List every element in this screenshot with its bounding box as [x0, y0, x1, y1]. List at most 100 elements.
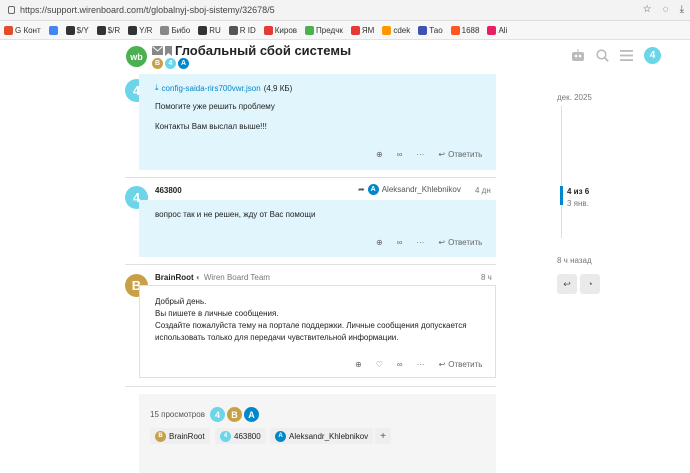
address-bar[interactable]: https://support.wirenboard.com/t/globaln…: [4, 2, 604, 18]
group-name: Wiren Board Team: [203, 273, 270, 282]
bookmark-item[interactable]: R ID: [228, 25, 256, 35]
participant-chip[interactable]: B BrainRoot: [150, 428, 210, 444]
reply-icon: ↩: [438, 238, 446, 247]
avatar: 4: [220, 430, 231, 442]
participant-name: 463800: [234, 431, 261, 441]
heart-icon[interactable]: ♡: [376, 360, 383, 369]
attachment-size: (4,9 КБ): [263, 83, 293, 93]
attachment: ⤓ config-saida-rirs700vwr.json (4,9 КБ): [155, 83, 292, 93]
link-icon[interactable]: ∞: [397, 360, 403, 369]
expand-button[interactable]: +: [375, 428, 391, 444]
bookmark-item[interactable]: 1688: [450, 25, 479, 35]
notifications-button[interactable]: ◔: [580, 274, 600, 294]
bookmark-item[interactable]: cdek: [382, 25, 410, 35]
bookmark-item[interactable]: ЯМ: [350, 25, 374, 35]
envelope-icon: [152, 46, 163, 55]
globe-icon[interactable]: ⊕: [376, 150, 383, 159]
post-time[interactable]: 8 ч: [481, 273, 492, 282]
header-actions: 4: [571, 47, 661, 64]
topic-title-text: Глобальный сбой системы: [175, 43, 352, 58]
timeline-position: 4 из 6: [567, 187, 590, 196]
bookmark-item[interactable]: $/Y: [65, 25, 89, 35]
page-title: Глобальный сбой системы: [152, 43, 351, 58]
avatar: A: [367, 184, 379, 195]
post-line: Контакты Вам выслал выше!!!: [155, 122, 267, 131]
timeline-position-date: 3 янв.: [567, 199, 589, 208]
link-icon[interactable]: ∞: [397, 150, 403, 159]
site-logo[interactable]: wb: [126, 46, 147, 67]
participant-chip[interactable]: A Aleksandr_Khlebnikov: [270, 428, 374, 444]
post-line: использовать только для передачи чувстви…: [155, 333, 399, 342]
post-line: Создайте пожалуйста тему на портале подд…: [155, 321, 467, 330]
user-group: ◐ Wiren Board Team: [196, 273, 270, 282]
bookmark-item[interactable]: Бибо: [160, 25, 190, 35]
reply-button[interactable]: ↩ Ответить: [438, 238, 482, 247]
timeline-track[interactable]: [561, 106, 562, 238]
bookmark-item[interactable]: Тао: [418, 25, 443, 35]
footer-avatars: 4 B A: [210, 407, 259, 422]
post-actions: ⊕ ∞ ··· ↩ Ответить: [376, 238, 482, 247]
download-icon[interactable]: ⤓: [680, 4, 684, 15]
lock-icon: [8, 6, 15, 14]
bookmark-item[interactable]: $/R: [96, 25, 120, 35]
bookmark-item[interactable]: [48, 25, 58, 35]
avatar[interactable]: 4: [165, 58, 176, 69]
url-text: https://support.wirenboard.com/t/globaln…: [20, 5, 275, 15]
avatar: A: [275, 430, 286, 442]
reply-icon: ↩: [563, 278, 571, 289]
timeline-handle[interactable]: [560, 186, 563, 205]
post-line: Вы пишете в личные сообщения.: [155, 309, 279, 318]
reply-button[interactable]: ↩ Ответить: [439, 360, 483, 369]
reply-topic-button[interactable]: ↩: [557, 274, 577, 294]
avatar[interactable]: 4: [210, 407, 225, 422]
participant-name: Aleksandr_Khlebnikov: [289, 431, 369, 441]
post-line: Помогите уже решить проблему: [155, 102, 275, 111]
post-line: Добрый день.: [155, 297, 207, 306]
timeline-start-date[interactable]: дек. 2025: [557, 93, 592, 102]
hamburger-icon[interactable]: [620, 50, 633, 61]
more-icon[interactable]: ···: [416, 150, 424, 159]
bell-icon: ◔: [587, 279, 593, 289]
shield-icon: ◐: [196, 273, 201, 282]
timeline-end-date[interactable]: 8 ч назад: [557, 256, 592, 265]
header-participants: B 4 A: [152, 58, 189, 69]
avatar[interactable]: A: [178, 58, 189, 69]
bookmark-item[interactable]: RU: [198, 25, 221, 35]
bookmark-item[interactable]: Предчк: [305, 25, 343, 35]
post-actions: ⊕ ♡ ∞ ··· ↩ Ответить: [355, 360, 482, 369]
bookmark-icon: [165, 45, 172, 56]
views-count: 15 просмотров: [150, 410, 205, 419]
avatar: B: [155, 430, 166, 442]
participant-chip[interactable]: 4 463800: [215, 428, 266, 444]
post-actions: ⊕ ∞ ··· ↩ Ответить: [376, 150, 482, 159]
link-icon[interactable]: ∞: [397, 238, 403, 247]
bookmark-item[interactable]: Y/R: [128, 25, 152, 35]
bookmark-item[interactable]: G Конт: [4, 25, 41, 35]
globe-icon[interactable]: ⊕: [376, 238, 383, 247]
globe-icon[interactable]: ⊕: [355, 360, 362, 369]
divider: [125, 177, 496, 178]
more-icon[interactable]: ···: [417, 360, 425, 369]
avatar[interactable]: B: [152, 58, 163, 69]
username[interactable]: 463800: [155, 186, 182, 195]
participant-name: BrainRoot: [169, 431, 205, 441]
user-avatar[interactable]: 4: [644, 47, 661, 64]
attachment-link[interactable]: config-saida-rirs700vwr.json: [162, 84, 261, 93]
reply-icon: ↩: [438, 360, 446, 369]
bookmark-item[interactable]: Ali: [487, 25, 507, 35]
avatar[interactable]: B: [227, 407, 242, 422]
post-body: [139, 200, 496, 257]
browser-actions: ☆ ◌ ⤓: [643, 4, 684, 15]
more-icon[interactable]: ···: [416, 238, 424, 247]
search-icon[interactable]: [596, 49, 609, 62]
bookmark-item[interactable]: Киров: [263, 25, 297, 35]
share-icon: ➦: [358, 185, 365, 194]
robot-icon[interactable]: [571, 49, 585, 62]
avatar[interactable]: A: [244, 407, 259, 422]
reply-button[interactable]: ↩ Ответить: [438, 150, 482, 159]
star-icon[interactable]: ☆: [643, 4, 652, 15]
username[interactable]: BrainRoot: [155, 273, 194, 282]
reply-to[interactable]: ➦ A Aleksandr_Khlebnikov: [358, 184, 461, 195]
eye-off-icon[interactable]: ◌: [663, 4, 669, 15]
post-time[interactable]: 4 дн: [475, 186, 491, 195]
